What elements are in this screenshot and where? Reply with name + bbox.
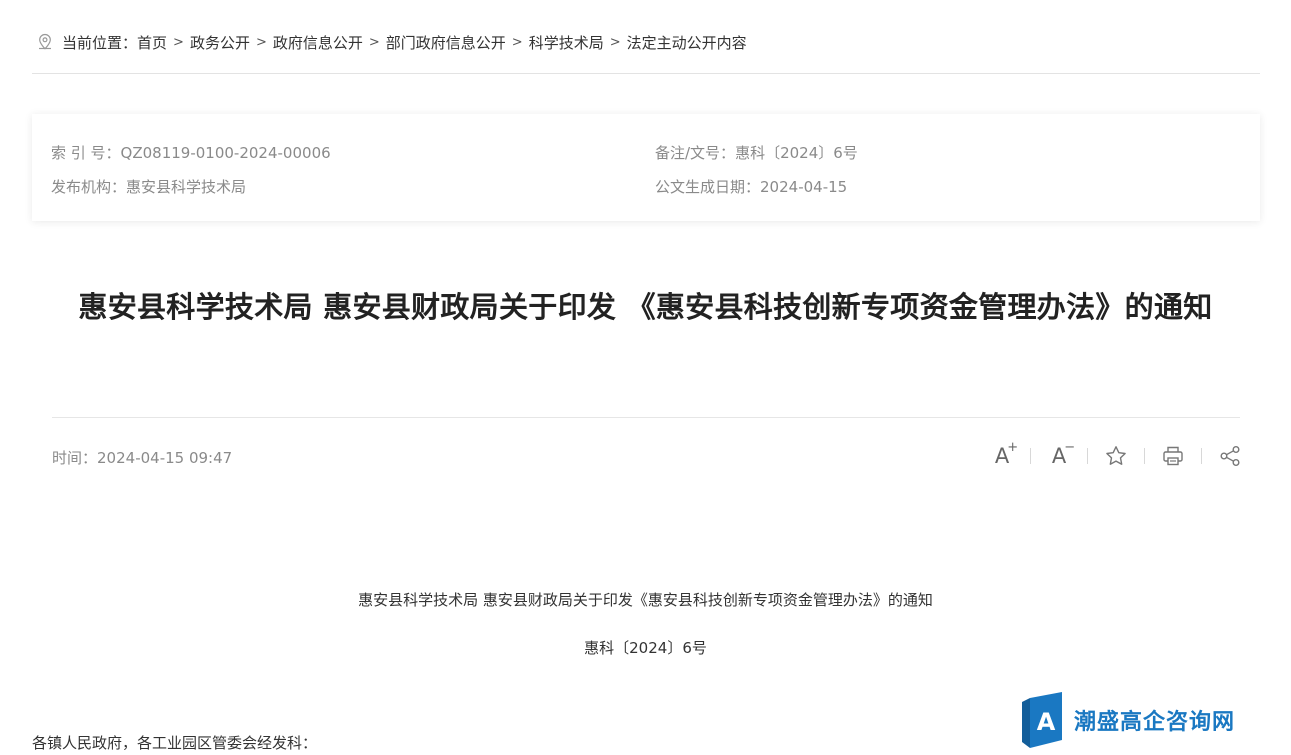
star-icon <box>1106 446 1126 465</box>
document-meta-card: 索 引 号：QZ08119-0100-2024-00006 发布机构：惠安县科学… <box>32 114 1260 221</box>
print-button[interactable] <box>1156 441 1190 471</box>
toolbar-divider <box>1201 448 1202 464</box>
breadcrumb-separator: > <box>609 34 621 50</box>
title-divider <box>52 417 1240 418</box>
toolbar-divider <box>1144 448 1145 464</box>
breadcrumb-item-gov-info[interactable]: 政府信息公开 <box>273 32 363 53</box>
meta-publisher: 发布机构：惠安县科学技术局 <box>51 176 246 197</box>
breadcrumb-item-statutory-content[interactable]: 法定主动公开内容 <box>627 32 747 53</box>
watermark-text: 潮盛高企咨询网 <box>1074 709 1236 735</box>
body-salutation: 各镇人民政府，各工业园区管委会经发科： <box>32 734 318 752</box>
font-decrease-icon: A − <box>1051 439 1076 468</box>
meta-index-label: 索 引 号： <box>51 144 121 162</box>
page-title: 惠安县科学技术局 惠安县财政局关于印发 《惠安县科技创新专项资金管理办法》的通知 <box>78 290 1213 324</box>
article-toolbar: A + A − <box>985 441 1247 471</box>
breadcrumb-item-sci-tech-bureau[interactable]: 科学技术局 <box>529 32 604 53</box>
breadcrumb-separator: > <box>255 34 267 50</box>
favorite-button[interactable] <box>1099 441 1133 471</box>
meta-index-number: 索 引 号：QZ08119-0100-2024-00006 <box>51 142 331 163</box>
meta-date-label: 公文生成日期： <box>655 178 761 196</box>
meta-publisher-value: 惠安县科学技术局 <box>126 178 247 196</box>
meta-publisher-label: 发布机构： <box>51 178 127 196</box>
meta-doc-number: 备注/文号：惠科〔2024〕6号 <box>655 142 858 163</box>
publish-time: 时间：2024-04-15 09:47 <box>52 447 232 468</box>
font-increase-button[interactable]: A + <box>985 441 1019 471</box>
font-increase-icon: A + <box>994 439 1019 468</box>
font-decrease-button[interactable]: A − <box>1042 441 1076 471</box>
breadcrumb: 当前位置： 首页 > 政务公开 > 政府信息公开 > 部门政府信息公开 > 科学… <box>36 31 747 53</box>
location-pin-icon <box>36 33 54 51</box>
toolbar-divider <box>1087 448 1088 464</box>
watermark-logo-icon: A <box>1022 692 1062 748</box>
breadcrumb-prefix: 当前位置： <box>62 33 138 52</box>
meta-docno-label: 备注/文号： <box>655 144 736 162</box>
meta-date-value: 2024-04-15 <box>760 178 848 196</box>
publish-time-value: 2024-04-15 09:47 <box>97 449 233 467</box>
body-doc-number: 惠科〔2024〕6号 <box>584 639 707 657</box>
breadcrumb-item-dept-info[interactable]: 部门政府信息公开 <box>386 32 506 53</box>
breadcrumb-item-home[interactable]: 首页 <box>137 32 167 53</box>
breadcrumb-separator: > <box>511 34 523 50</box>
publish-time-label: 时间： <box>52 449 98 467</box>
meta-creation-date: 公文生成日期：2024-04-15 <box>655 176 847 197</box>
share-icon <box>1220 446 1240 466</box>
top-divider <box>32 73 1260 74</box>
share-button[interactable] <box>1213 441 1247 471</box>
meta-docno-value: 惠科〔2024〕6号 <box>735 144 858 162</box>
toolbar-divider <box>1030 448 1031 464</box>
meta-index-value: QZ08119-0100-2024-00006 <box>120 144 331 162</box>
breadcrumb-separator: > <box>368 34 380 50</box>
svg-text:A: A <box>1037 708 1056 736</box>
print-icon <box>1163 446 1183 466</box>
breadcrumb-item-gov-affairs[interactable]: 政务公开 <box>190 32 250 53</box>
body-title: 惠安县科学技术局 惠安县财政局关于印发《惠安县科技创新专项资金管理办法》的通知 <box>358 591 933 609</box>
breadcrumb-separator: > <box>173 34 184 50</box>
watermark: A 潮盛高企咨询网 <box>1022 692 1235 748</box>
